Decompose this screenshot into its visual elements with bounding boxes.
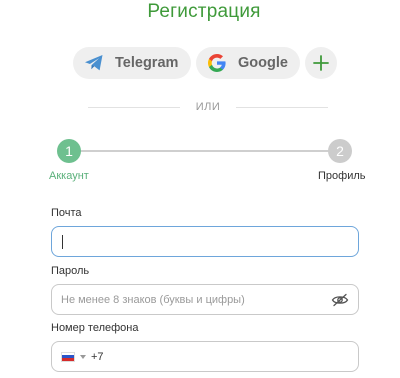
country-dropdown-arrow-icon[interactable] (80, 354, 86, 359)
email-field[interactable] (51, 226, 359, 257)
plus-icon (313, 55, 329, 71)
more-login-options-button[interactable] (305, 47, 337, 79)
password-placeholder: Не менее 8 знаков (буквы и цифры) (61, 293, 245, 306)
registration-stepper: 1 2 Аккаунт Профиль (0, 139, 400, 187)
step-2-label: Профиль (318, 170, 366, 182)
telegram-login-button[interactable]: Telegram (73, 47, 191, 79)
step-1-indicator: 1 (57, 139, 81, 163)
page-title: Регистрация (147, 1, 261, 22)
google-login-button[interactable]: Google (196, 47, 300, 79)
telegram-login-label: Telegram (115, 55, 179, 71)
eye-off-icon[interactable] (331, 293, 349, 307)
password-field-label: Пароль (51, 265, 90, 277)
email-field-label: Почта (51, 207, 82, 219)
step-2-indicator: 2 (328, 139, 352, 163)
or-divider: ИЛИ (88, 101, 328, 113)
password-field[interactable]: Не менее 8 знаков (буквы и цифры) (51, 284, 359, 315)
phone-field-label: Номер телефона (51, 322, 139, 334)
social-login-row: Telegram Google (73, 47, 337, 79)
google-login-label: Google (238, 55, 288, 71)
stepper-connector-line (80, 150, 330, 152)
phone-country-code: +7 (91, 350, 104, 363)
russia-flag-icon[interactable] (61, 351, 75, 362)
divider-line-right (236, 107, 328, 108)
telegram-icon (84, 52, 104, 74)
text-caret (62, 234, 63, 249)
phone-field[interactable]: +7 (51, 341, 359, 372)
step-1-label: Аккаунт (49, 170, 89, 182)
google-icon (207, 52, 227, 74)
